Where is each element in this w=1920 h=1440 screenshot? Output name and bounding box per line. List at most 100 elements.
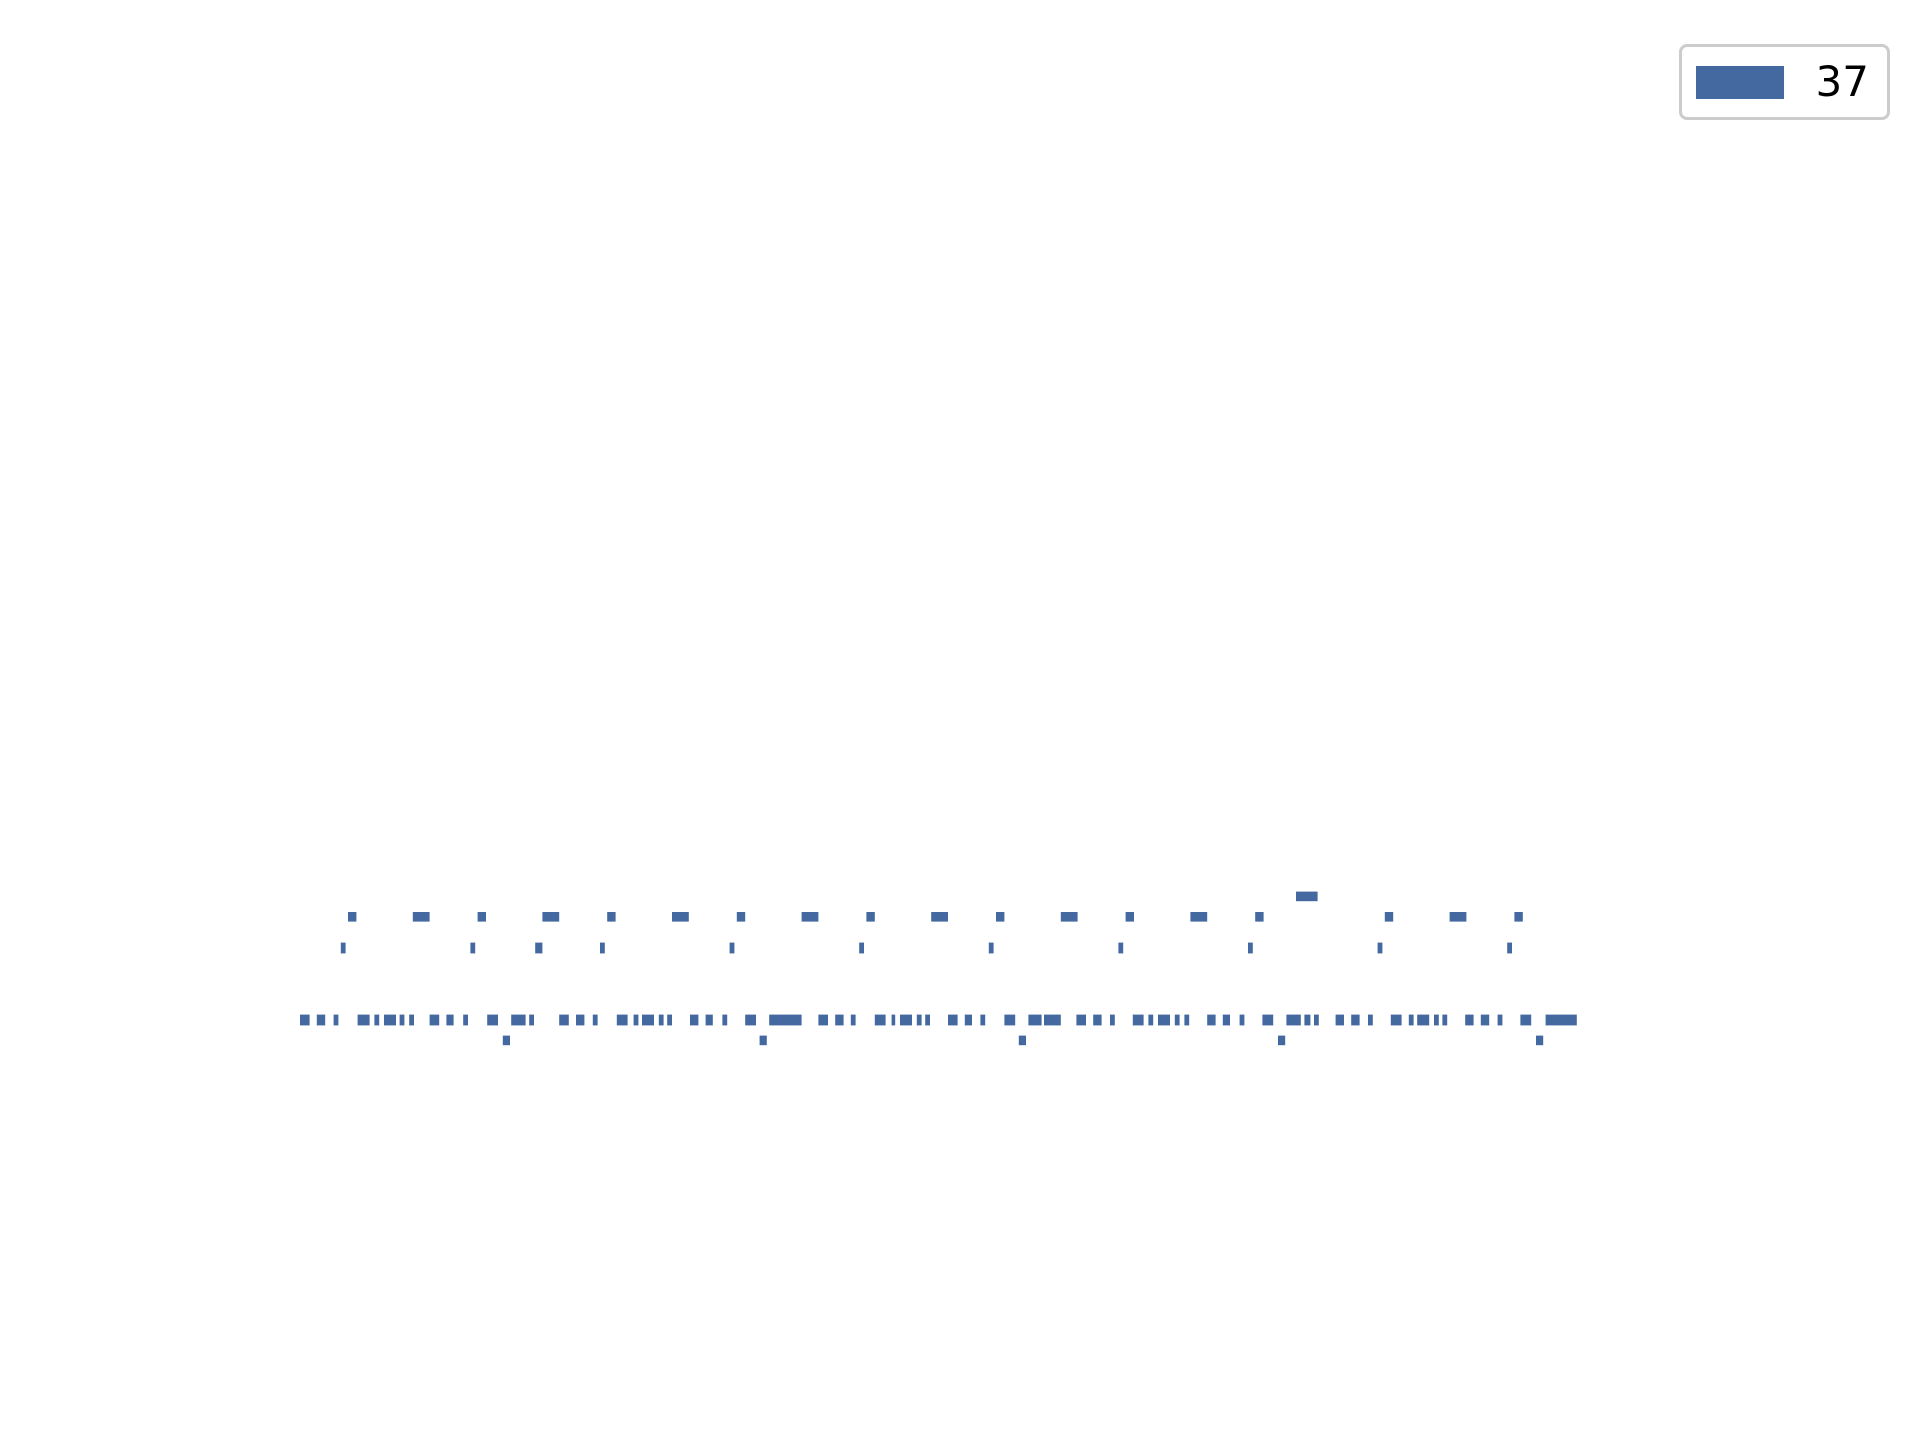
bar-row3-5 bbox=[859, 942, 864, 954]
bar-row4-34 bbox=[925, 1014, 930, 1026]
bar-row5-1 bbox=[759, 1035, 767, 1046]
bar-row2-10 bbox=[996, 912, 1005, 922]
bar-row2-15 bbox=[1384, 912, 1394, 922]
bar-row4-2 bbox=[333, 1014, 339, 1026]
bar-row4-27 bbox=[818, 1014, 828, 1026]
bar-row4-61 bbox=[1417, 1014, 1430, 1026]
bar-row4-66 bbox=[1497, 1014, 1503, 1026]
bar-row2-5 bbox=[672, 912, 689, 922]
bar-row4-41 bbox=[1076, 1014, 1086, 1026]
bar-row4-47 bbox=[1174, 1014, 1180, 1026]
bar-row4-44 bbox=[1132, 1014, 1144, 1026]
chart-legend: 37 bbox=[1678, 44, 1890, 120]
bar-row4-36 bbox=[964, 1014, 972, 1026]
bar-row3-4 bbox=[729, 942, 735, 954]
bar-row4-18 bbox=[633, 1014, 639, 1026]
bar-row4-13 bbox=[529, 1014, 534, 1026]
bar-row4-45 bbox=[1148, 1014, 1154, 1026]
bar-row4-25 bbox=[745, 1014, 756, 1026]
bar-row4-0 bbox=[300, 1014, 310, 1026]
bar-row4-33 bbox=[916, 1014, 922, 1026]
bar-row2-13 bbox=[1190, 912, 1208, 922]
bar-row4-62 bbox=[1434, 1014, 1439, 1026]
bar-row2-2 bbox=[477, 912, 486, 922]
bar-row4-48 bbox=[1184, 1014, 1190, 1026]
bar-row2-1 bbox=[412, 912, 430, 922]
bar-row5-4 bbox=[1536, 1035, 1544, 1046]
bar-row4-55 bbox=[1314, 1014, 1319, 1026]
bar-row3-7 bbox=[1118, 942, 1124, 954]
bar-row2-12 bbox=[1125, 912, 1134, 922]
bar-row5-3 bbox=[1278, 1035, 1286, 1046]
legend-swatch bbox=[1695, 65, 1784, 99]
bar-row4-5 bbox=[384, 1014, 396, 1026]
bar-row4-63 bbox=[1442, 1014, 1448, 1026]
bar-row3-9 bbox=[1377, 942, 1383, 954]
bar-row4-20 bbox=[658, 1014, 664, 1026]
bar-row4-65 bbox=[1480, 1014, 1490, 1026]
bar-row2-17 bbox=[1514, 912, 1523, 922]
bar-row3-1 bbox=[470, 942, 476, 954]
bar-row5-2 bbox=[1018, 1035, 1026, 1046]
bar-row2-0 bbox=[348, 912, 357, 922]
bar-row4-52 bbox=[1262, 1014, 1274, 1026]
bar-row4-10 bbox=[463, 1014, 468, 1026]
legend-label: 37 bbox=[1815, 57, 1869, 106]
bar-row4-31 bbox=[891, 1014, 896, 1026]
bar-row5-0 bbox=[502, 1035, 510, 1046]
bar-row4-51 bbox=[1239, 1014, 1245, 1026]
bar-row4-57 bbox=[1351, 1014, 1360, 1026]
bar-row4-30 bbox=[874, 1014, 886, 1026]
bar-row2-16 bbox=[1449, 912, 1467, 922]
bar-row2-14 bbox=[1255, 912, 1264, 922]
bar-row2-9 bbox=[931, 912, 948, 922]
bar-row4-9 bbox=[446, 1014, 454, 1026]
bar-row4-35 bbox=[948, 1014, 958, 1026]
bar-row4-6 bbox=[399, 1014, 405, 1026]
bar-row4-3 bbox=[357, 1014, 370, 1026]
bar-row4-24 bbox=[722, 1014, 728, 1026]
bar-row4-42 bbox=[1093, 1014, 1102, 1026]
bar-row1-0 bbox=[1296, 891, 1318, 902]
bar-row4-22 bbox=[690, 1014, 699, 1026]
bar-row3-8 bbox=[1248, 942, 1253, 954]
bar-row4-38 bbox=[1004, 1014, 1016, 1026]
bar-row4-64 bbox=[1465, 1014, 1474, 1026]
bar-row4-1 bbox=[316, 1014, 326, 1026]
bar-row4-40 bbox=[1044, 1014, 1061, 1026]
bar-row4-7 bbox=[409, 1014, 414, 1026]
bar-row4-56 bbox=[1335, 1014, 1344, 1026]
bar-row4-23 bbox=[705, 1014, 713, 1026]
bar-row4-11 bbox=[487, 1014, 498, 1026]
bar-row4-59 bbox=[1390, 1014, 1402, 1026]
bar-row4-26 bbox=[769, 1014, 802, 1026]
bar-row4-50 bbox=[1222, 1014, 1230, 1026]
chart-plot-area bbox=[300, 891, 1577, 1046]
bar-row2-3 bbox=[542, 912, 560, 922]
bar-row4-54 bbox=[1304, 1014, 1311, 1026]
bar-row4-28 bbox=[835, 1014, 844, 1026]
bar-row2-11 bbox=[1060, 912, 1078, 922]
bar-row2-7 bbox=[801, 912, 819, 922]
bar-row3-10 bbox=[1507, 942, 1512, 954]
bar-row4-4 bbox=[374, 1014, 380, 1026]
bar-row4-16 bbox=[592, 1014, 598, 1026]
bar-row4-68 bbox=[1545, 1014, 1577, 1026]
bar-row4-17 bbox=[616, 1014, 628, 1026]
bar-row3-2 bbox=[535, 942, 543, 954]
bar-row4-12 bbox=[511, 1014, 526, 1026]
bar-row4-32 bbox=[900, 1014, 912, 1026]
bar-row4-19 bbox=[642, 1014, 654, 1026]
bar-row2-6 bbox=[736, 912, 746, 922]
bar-row4-21 bbox=[667, 1014, 672, 1026]
bar-row4-67 bbox=[1520, 1014, 1532, 1026]
bar-row4-43 bbox=[1110, 1014, 1115, 1026]
bar-row4-60 bbox=[1408, 1014, 1414, 1026]
bar-row3-6 bbox=[988, 942, 994, 954]
bar-row4-15 bbox=[576, 1014, 585, 1026]
bar-row3-0 bbox=[340, 942, 346, 954]
bar-row4-49 bbox=[1207, 1014, 1216, 1026]
bar-row4-14 bbox=[559, 1014, 569, 1026]
bar-row4-58 bbox=[1368, 1014, 1373, 1026]
bar-row4-46 bbox=[1158, 1014, 1170, 1026]
